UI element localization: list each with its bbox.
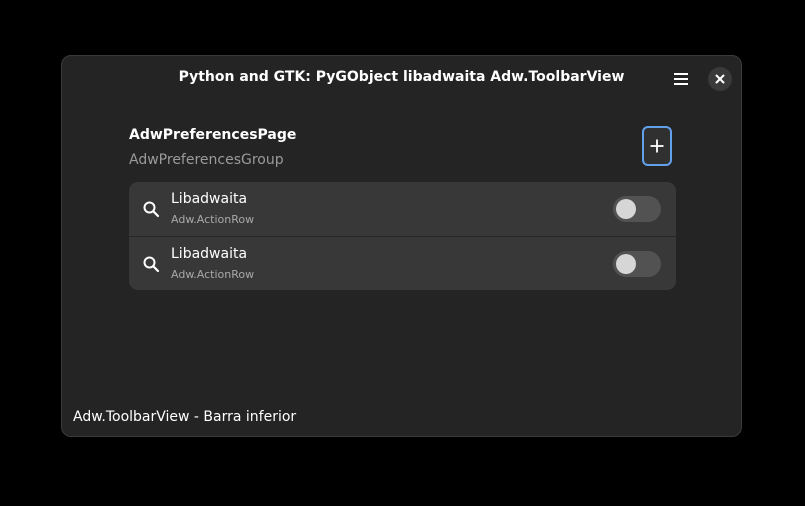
- switch-knob: [616, 254, 636, 274]
- app-window: Python and GTK: PyGObject libadwaita Adw…: [61, 55, 742, 437]
- search-icon: [143, 201, 160, 218]
- action-row[interactable]: Libadwaita Adw.ActionRow: [129, 236, 676, 290]
- row-title: Libadwaita: [171, 246, 248, 262]
- toggle-switch[interactable]: [613, 196, 661, 222]
- header-bar: Python and GTK: PyGObject libadwaita Adw…: [62, 56, 741, 102]
- hamburger-menu-icon: [674, 73, 688, 85]
- group-title: AdwPreferencesGroup: [129, 152, 284, 168]
- switch-knob: [616, 199, 636, 219]
- menu-button[interactable]: [668, 66, 694, 92]
- bottom-bar-label: Adw.ToolbarView - Barra inferior: [73, 409, 297, 425]
- action-row[interactable]: Libadwaita Adw.ActionRow: [129, 182, 676, 236]
- window-title: Python and GTK: PyGObject libadwaita Adw…: [178, 69, 625, 85]
- row-title: Libadwaita: [171, 191, 248, 207]
- plus-icon: [650, 139, 664, 153]
- close-button[interactable]: [708, 67, 732, 91]
- search-icon: [143, 256, 160, 273]
- row-subtitle: Adw.ActionRow: [171, 268, 255, 281]
- page-title: AdwPreferencesPage: [129, 127, 297, 143]
- add-button[interactable]: [642, 126, 672, 166]
- preferences-group-list: Libadwaita Adw.ActionRow Libadwaita Adw.…: [129, 182, 676, 290]
- toggle-switch[interactable]: [613, 251, 661, 277]
- close-icon: [715, 74, 725, 84]
- row-subtitle: Adw.ActionRow: [171, 213, 255, 226]
